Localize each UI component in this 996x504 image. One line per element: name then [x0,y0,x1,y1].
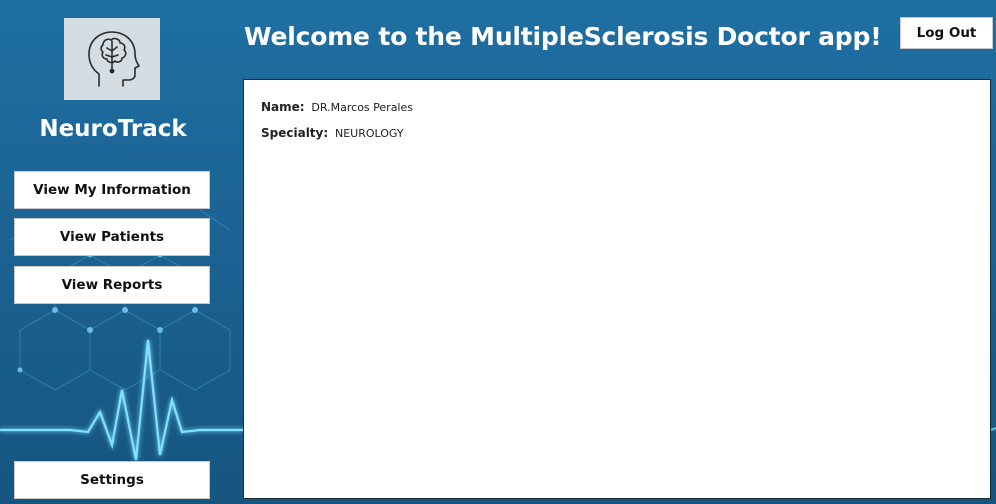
name-label: Name: [261,100,305,114]
logout-button[interactable]: Log Out [900,17,993,49]
specialty-value: NEUROLOGY [335,127,404,140]
view-patients-button[interactable]: View Patients [14,218,210,256]
settings-button[interactable]: Settings [14,461,210,499]
view-my-information-button[interactable]: View My Information [14,171,210,209]
app-window: NeuroTrack View My Information View Pati… [0,0,996,504]
name-value: DR.Marcos Perales [311,101,413,114]
brain-head-icon [88,31,140,87]
brand-name: NeuroTrack [39,116,187,142]
view-reports-button[interactable]: View Reports [14,266,210,304]
doctor-name-row: Name: DR.Marcos Perales [261,100,413,114]
page-title: Welcome to the MultipleSclerosis Doctor … [244,22,882,51]
doctor-info-panel: Name: DR.Marcos Perales Specialty: NEURO… [243,79,991,499]
app-logo [64,18,160,100]
specialty-label: Specialty: [261,126,329,140]
doctor-specialty-row: Specialty: NEUROLOGY [261,126,404,140]
